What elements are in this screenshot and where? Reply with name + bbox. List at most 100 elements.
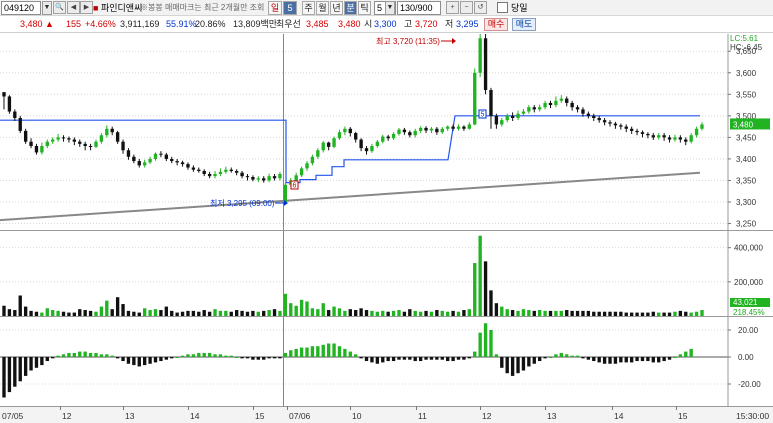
volume-bar (527, 310, 531, 316)
candle-body (375, 141, 380, 146)
candle-body (592, 115, 596, 118)
x-axis-label: 15 (255, 411, 265, 421)
osc-bar (99, 354, 104, 357)
count-input[interactable]: 130/900 (397, 1, 441, 15)
period-5[interactable]: 5 (283, 1, 297, 15)
next-arrow-icon[interactable]: ▶ (80, 1, 93, 14)
candle-body (678, 137, 683, 140)
volume-bar (262, 310, 266, 316)
volume-bar (446, 311, 450, 316)
volume-bar (234, 310, 239, 316)
volume-bar (191, 310, 196, 316)
volume-bar (2, 305, 6, 316)
volume-bar (180, 311, 185, 316)
candle-body (489, 90, 493, 116)
sell-button[interactable]: 매도 (512, 18, 536, 31)
stock-code-input[interactable]: 049120 (1, 1, 41, 15)
candle-body (570, 102, 574, 108)
period-week[interactable]: 주 (302, 1, 315, 15)
period-day[interactable]: 일 (268, 1, 282, 15)
osc-bar (251, 357, 255, 360)
chevron-down-icon[interactable]: ▼ (42, 1, 52, 15)
osc-bar (180, 355, 185, 357)
volume-bar (554, 310, 558, 316)
osc-bar (483, 323, 488, 357)
osc-bar (667, 357, 672, 360)
zoom-in-icon[interactable]: + (446, 1, 459, 14)
period-year[interactable]: 년 (330, 1, 343, 15)
volume-bar (375, 311, 380, 316)
volume-bar (164, 306, 169, 316)
osc-bar (61, 354, 66, 357)
osc-bar (635, 357, 639, 362)
candle-body (72, 139, 77, 142)
candle-body (440, 128, 444, 133)
osc-bar (527, 357, 531, 367)
zoom-out-icon[interactable]: − (460, 1, 473, 14)
period-minute[interactable]: 분 (344, 1, 357, 15)
price-tick-label: 3,300 (736, 198, 757, 207)
chart-area[interactable]: 3,650 3,600 3,550 3,500 3,450 3,400 3,350 3,300… (0, 21, 773, 423)
osc-bar (137, 357, 141, 367)
candle-body (364, 148, 369, 152)
osc-bar (657, 357, 661, 363)
period-month[interactable]: 월 (316, 1, 329, 15)
osc-bar (424, 357, 428, 360)
volume-bar (175, 312, 179, 316)
candle-body (532, 107, 536, 110)
prev-arrow-icon[interactable]: ◀ (67, 1, 80, 14)
today-label: 당일 (511, 3, 528, 13)
candle-body (202, 170, 206, 174)
osc-bar (94, 352, 98, 357)
volume-bar (326, 310, 331, 316)
today-checkbox[interactable] (497, 2, 508, 13)
candle-body (619, 125, 623, 127)
buy-button[interactable]: 매수 (484, 18, 508, 31)
osc-bar (310, 346, 315, 357)
candle-body (624, 126, 628, 129)
volume-bar (456, 311, 461, 316)
osc-bar (348, 351, 352, 357)
osc-bar (321, 344, 325, 357)
candle-body (613, 123, 618, 126)
stock-chart[interactable]: 3,6503,6003,5503,5003,4503,4003,3503,300… (0, 21, 773, 423)
reset-icon[interactable]: ↺ (474, 1, 487, 14)
volume-bar (429, 311, 434, 316)
volume-bar (348, 309, 352, 316)
candle-body (294, 175, 298, 181)
candle-body (240, 172, 244, 177)
osc-bar (299, 347, 304, 357)
volume-bar (267, 310, 271, 316)
osc-bar (354, 354, 358, 357)
osc-bar (332, 343, 336, 357)
search-icon[interactable]: 🔍 (53, 1, 66, 14)
candle-body (18, 118, 22, 131)
osc-bar (510, 357, 515, 376)
osc-bar (132, 357, 136, 366)
pref-label: 최우선 (276, 19, 301, 29)
high-value: 3,720 (415, 19, 438, 29)
volume-bar (613, 311, 618, 316)
period-tick[interactable]: 틱 (358, 1, 371, 15)
candle-body (316, 150, 320, 157)
low-marker-label: 최저 3,295 (09:00) (210, 198, 275, 208)
volume-bar (40, 312, 44, 316)
candle-body (267, 176, 271, 181)
candle-body (640, 132, 645, 134)
candle-body (278, 174, 282, 179)
candle-body (694, 128, 699, 136)
chevron-down-icon[interactable]: ▼ (385, 1, 395, 15)
volume-bar (299, 299, 304, 316)
osc-bar (18, 357, 22, 382)
volume-bar (148, 310, 152, 316)
osc-bar (294, 348, 298, 357)
volume-bar (72, 312, 77, 316)
candle-body (305, 163, 309, 169)
candle-body (510, 115, 515, 118)
osc-bar (23, 357, 28, 376)
candle-body (651, 135, 655, 138)
osc-bar (678, 354, 683, 357)
candle-body (115, 132, 120, 142)
candle-body (251, 177, 255, 180)
osc-bar (326, 343, 331, 357)
